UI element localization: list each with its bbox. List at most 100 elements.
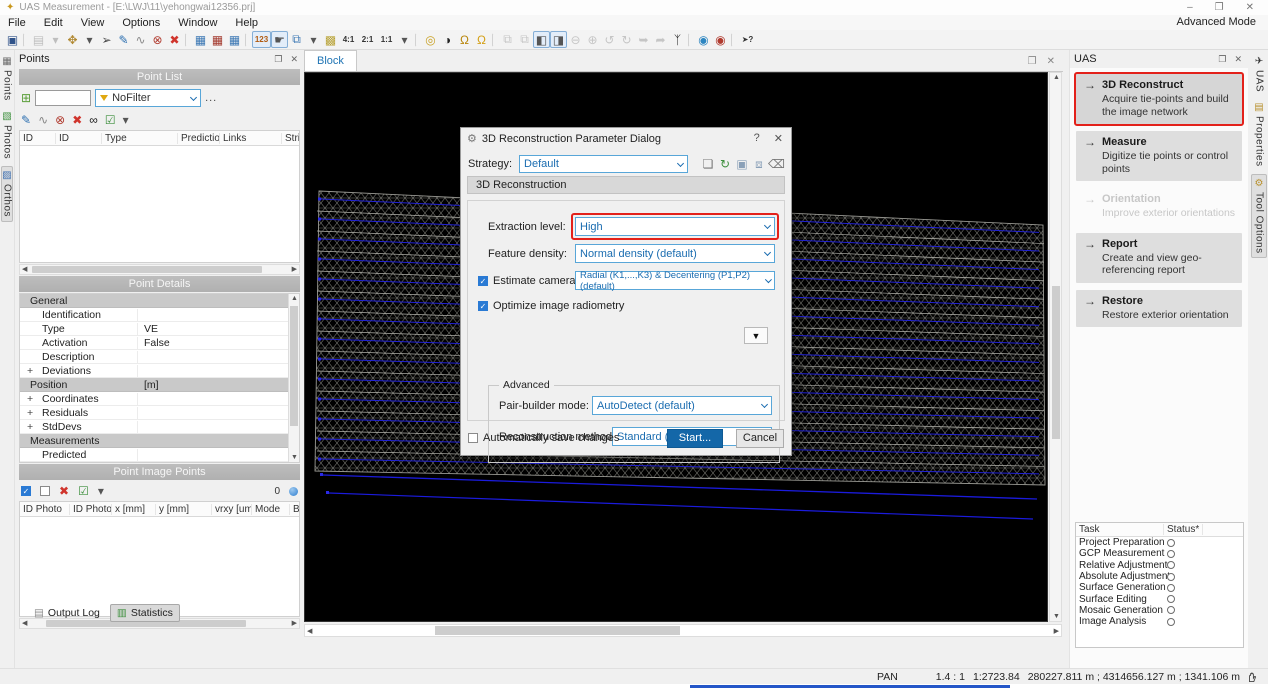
column-header[interactable]: x [mm] (112, 504, 156, 515)
menu-item[interactable]: File (8, 17, 26, 29)
dialog-help-button[interactable]: ? (754, 132, 760, 145)
strategy-tool-icon[interactable]: ↻ (717, 157, 733, 172)
delete-measurement-icon[interactable]: ✖ (59, 484, 69, 498)
left-strip-tab[interactable]: ▧ Photos (1, 108, 13, 163)
column-header[interactable]: Block (290, 504, 300, 515)
toolbar-button[interactable]: ◉ (695, 31, 712, 48)
close-panel-icon[interactable]: ✕ (290, 54, 298, 65)
float-panel-icon[interactable]: ❐ (1218, 54, 1226, 65)
toolbar-button[interactable] (185, 33, 190, 47)
bottom-dock-tab[interactable]: ▥ Statistics (110, 604, 180, 622)
float-document-icon[interactable]: ❐ (1028, 56, 1037, 67)
optimize-radiometry-checkbox[interactable]: ✓ (478, 301, 488, 311)
left-strip-tab[interactable]: ▦ Points (1, 53, 13, 105)
toolbar-button[interactable]: ⊖ (567, 31, 584, 48)
detail-row[interactable]: Residuals (20, 406, 299, 420)
close-button[interactable]: ✕ (1246, 2, 1254, 13)
menu-item[interactable]: Window (178, 17, 217, 29)
toolbar-button[interactable]: ◨ (550, 31, 567, 48)
detail-row[interactable]: General (20, 294, 299, 308)
minimize-button[interactable]: – (1187, 2, 1193, 13)
maximize-button[interactable]: ❐ (1215, 2, 1224, 13)
point-image-points-table[interactable]: ID Photo ID Photox [mm]y [mm]vrxy [um]Mo… (19, 501, 300, 617)
toolbar-button[interactable]: Ω (473, 31, 490, 48)
column-caret-icon[interactable]: ▾ (98, 484, 104, 498)
workflow-card[interactable]: → 3D Reconstruct Acquire tie-points and … (1076, 74, 1242, 124)
start-button[interactable]: Start... (667, 429, 723, 448)
toolbar-button[interactable]: ➦ (652, 31, 669, 48)
column-header[interactable]: Links (220, 133, 282, 144)
point-list-tool-icon[interactable]: ✎ (21, 113, 31, 127)
toolbar-button[interactable]: 1:1 (377, 31, 396, 48)
toolbar-button[interactable]: ◧ (533, 31, 550, 48)
extraction-level-combo[interactable]: High (575, 217, 775, 236)
detail-row[interactable]: Description (20, 350, 299, 364)
point-details-vscrollbar[interactable]: ▲▼ (288, 294, 299, 462)
detail-row[interactable]: Activation False (20, 336, 299, 350)
column-header[interactable]: Predictions (178, 133, 220, 144)
feature-density-combo[interactable]: Normal density (default) (575, 244, 775, 263)
column-header[interactable]: vrxy [um] (212, 504, 252, 515)
right-strip-tab[interactable]: ▤ Properties (1251, 99, 1267, 171)
toolbar-button[interactable]: ✥ (64, 31, 81, 48)
toolbar-button[interactable]: ▦ (226, 31, 243, 48)
menu-item[interactable]: View (81, 17, 105, 29)
column-header[interactable]: y [mm] (156, 504, 212, 515)
toolbar-button[interactable]: ▾ (305, 31, 322, 48)
toolbar-button[interactable]: ∿ (132, 31, 149, 48)
detail-row[interactable]: Position [m] (20, 378, 299, 392)
toolbar-button[interactable]: ◑ (439, 31, 456, 48)
detail-row[interactable]: Predicted (20, 448, 299, 462)
cancel-button[interactable]: Cancel (736, 429, 784, 448)
toolbar-button[interactable]: ▾ (396, 31, 413, 48)
point-list-tool-icon[interactable]: ▾ (123, 113, 129, 127)
workflow-card[interactable]: → Orientation Improve exterior orientati… (1076, 188, 1242, 226)
menu-item[interactable]: Edit (44, 17, 63, 29)
point-list-tool-icon[interactable]: ☑ (105, 113, 116, 127)
column-header[interactable]: ID Photo (20, 504, 70, 515)
bottom-dock-tab[interactable]: ▤ Output Log (28, 605, 106, 621)
toolbar-button[interactable]: ↻ (618, 31, 635, 48)
toolbar-button[interactable] (492, 33, 497, 47)
toolbar-button[interactable] (731, 33, 736, 47)
toolbar-button[interactable]: 123 (252, 31, 271, 48)
point-list-tool-icon[interactable]: ∞ (89, 113, 98, 127)
point-filter-input[interactable] (35, 90, 91, 106)
strategy-tool-icon[interactable]: ❏ (700, 157, 716, 172)
close-document-icon[interactable]: ✕ (1047, 56, 1055, 67)
column-header[interactable]: ID (20, 133, 56, 144)
detail-row[interactable]: Identification (20, 308, 299, 322)
detail-row[interactable]: Measurements (20, 434, 299, 448)
toolbar-button[interactable] (415, 33, 420, 47)
toolbar-button[interactable]: ▦ (209, 31, 226, 48)
point-list-tool-icon[interactable]: ⊗ (55, 113, 65, 127)
menu-item[interactable]: Help (235, 17, 258, 29)
toolbar-button[interactable] (245, 33, 250, 47)
toolbar-button[interactable]: ▦ (192, 31, 209, 48)
uncheck-all-icon[interactable] (40, 486, 50, 496)
toolbar-button[interactable]: ⊕ (584, 31, 601, 48)
left-strip-tab[interactable]: ▨ Orthos (1, 166, 13, 222)
toolbar-button[interactable]: ▤ (30, 31, 47, 48)
column-header[interactable]: ID Photo (70, 504, 112, 515)
filter-combo[interactable]: NoFilter (95, 89, 201, 107)
point-list-hscrollbar[interactable]: ◀▶ (19, 264, 300, 275)
dialog-tab-3d-reconstruction[interactable]: 3D Reconstruction (467, 176, 785, 194)
estimate-camera-combo[interactable]: Radial (K1,...,K3) & Decentering (P1,P2)… (575, 271, 775, 290)
toolbar-button[interactable]: ➥ (635, 31, 652, 48)
workflow-card[interactable]: → Measure Digitize tie points or control… (1076, 131, 1242, 181)
close-panel-icon[interactable]: ✕ (1234, 54, 1242, 65)
column-options-icon[interactable]: ☑ (78, 484, 89, 498)
task-column-header[interactable]: Task (1076, 524, 1164, 535)
strategy-tool-icon[interactable]: ▣ (734, 157, 750, 172)
check-all-icon[interactable]: ✓ (21, 486, 31, 496)
detail-row[interactable]: Coordinates (20, 392, 299, 406)
strategy-tool-icon[interactable]: ⧈ (751, 157, 767, 172)
column-header[interactable]: Mode (252, 504, 290, 515)
toolbar-button[interactable]: ⧉ (288, 31, 305, 48)
toolbar-button[interactable]: ➤? (738, 31, 757, 48)
workflow-card[interactable]: → Report Create and view geo-referencing… (1076, 233, 1242, 283)
toolbar-button[interactable]: Ω (456, 31, 473, 48)
toolbar-button[interactable]: 2:1 (358, 31, 377, 48)
add-point-icon[interactable]: ⊞ (21, 91, 31, 105)
